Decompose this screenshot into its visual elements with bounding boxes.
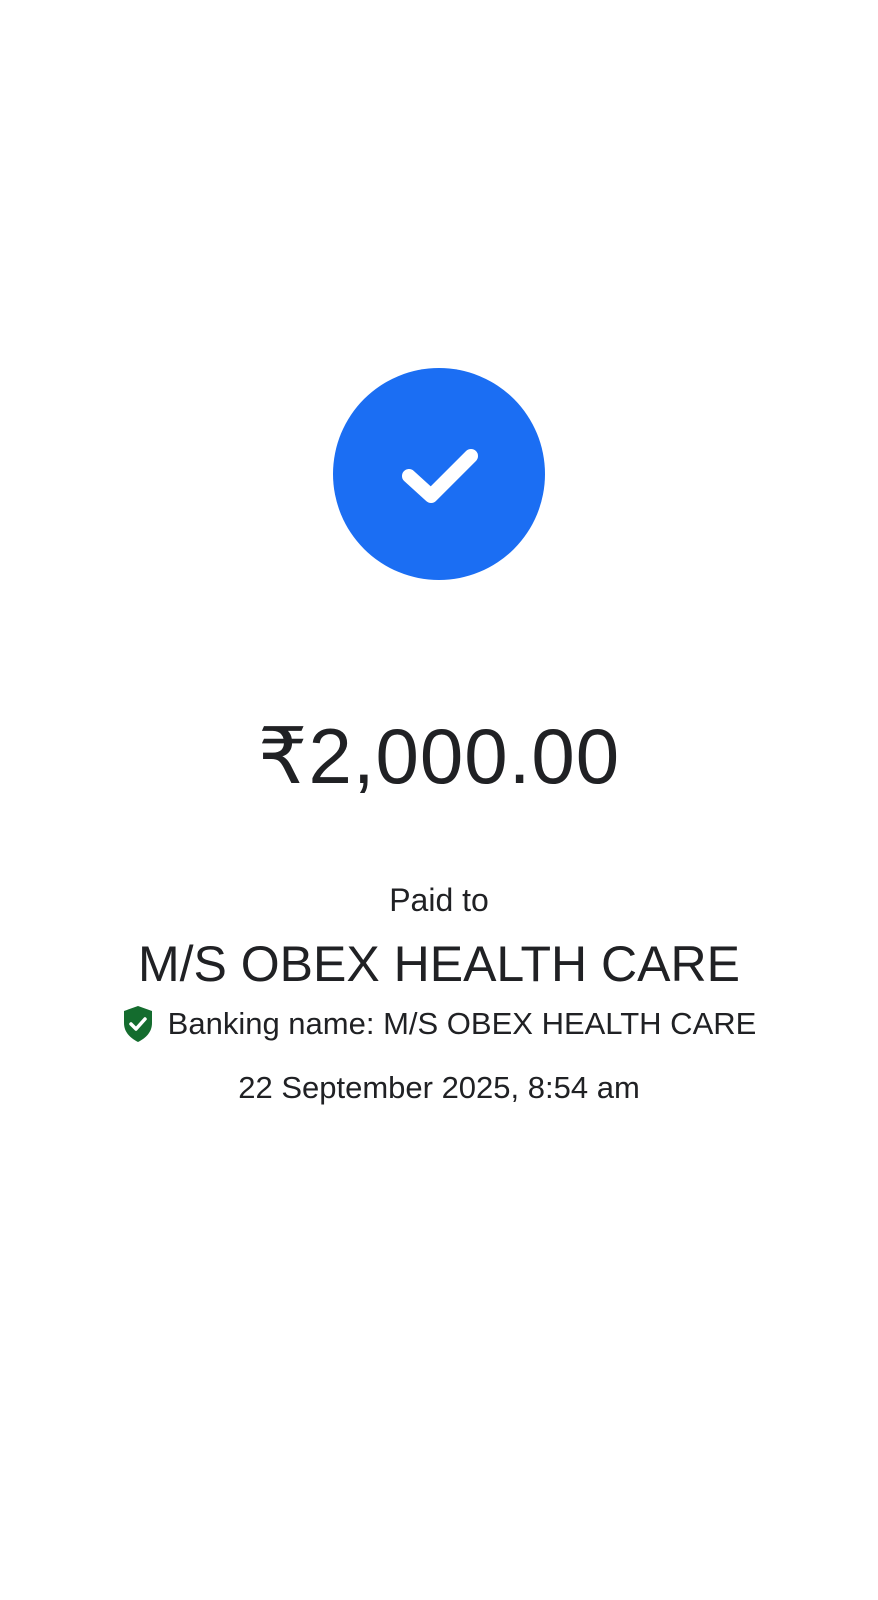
- payment-timestamp: 22 September 2025, 8:54 am: [238, 1070, 640, 1105]
- verified-shield-icon: [123, 1006, 152, 1042]
- paid-to-label: Paid to: [389, 882, 489, 918]
- payee-name: M/S OBEX HEALTH CARE: [138, 936, 740, 992]
- banking-name-row: Banking name: M/S OBEX HEALTH CARE: [0, 1002, 878, 1046]
- banking-name-text: Banking name: M/S OBEX HEALTH CARE: [167, 1006, 757, 1041]
- checkmark-icon: [402, 449, 478, 503]
- payment-success-badge: [333, 368, 545, 580]
- payment-amount: ₹2,000.00: [257, 712, 621, 800]
